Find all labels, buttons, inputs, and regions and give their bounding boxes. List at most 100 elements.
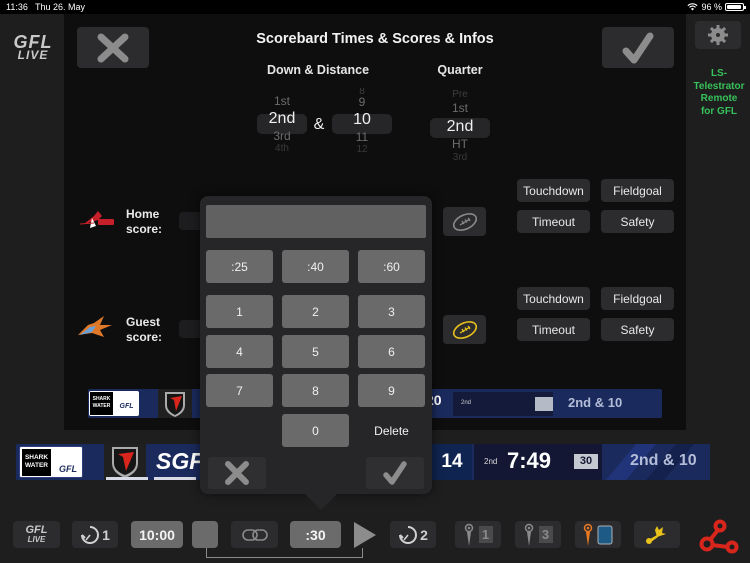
guest-touchdown-button[interactable]: Touchdown <box>517 287 590 310</box>
confirm-button[interactable] <box>602 27 674 68</box>
checkmark-icon <box>383 461 407 485</box>
telestrator-label: LS- Telestrator Remote for GFL <box>690 68 748 118</box>
distance-option[interactable]: 11 <box>332 131 392 144</box>
distance-option-selected[interactable]: 10 <box>332 109 392 131</box>
guest-possession-button[interactable] <box>443 315 486 344</box>
app-root: 11:36 Thu 26. May 96 % GFL LIVE Scorebar… <box>0 0 750 563</box>
quarter-picker[interactable]: Pre 1st 2nd HT 3rd <box>430 88 490 161</box>
marker-3-button[interactable]: 3 <box>515 521 561 548</box>
network-icon <box>699 519 739 554</box>
guest-label-line: score: <box>126 330 163 344</box>
settings-button[interactable] <box>695 21 741 49</box>
network-button[interactable] <box>699 518 739 554</box>
guest-team-logo <box>74 313 116 343</box>
football-icon-active <box>452 320 477 339</box>
home-possession-button[interactable] <box>443 207 486 236</box>
telestrator-line: LS- <box>710 68 728 79</box>
timeout-clock-icon <box>81 525 100 544</box>
gfl-live-line: GFL <box>25 523 48 536</box>
key-9[interactable]: 9 <box>358 374 425 407</box>
down-option[interactable]: 3rd <box>257 130 307 143</box>
key-8[interactable]: 8 <box>282 374 349 407</box>
preset-60-button[interactable]: :60 <box>358 250 425 283</box>
guest-timeout-clock-button[interactable]: 2 <box>390 521 436 548</box>
quarter-small: 2nd <box>461 400 472 406</box>
marker-1-value: 1 <box>478 526 493 543</box>
marker-icon <box>464 523 473 546</box>
link-icon <box>241 528 268 541</box>
quarter-display: 2nd <box>484 457 498 466</box>
guest-timeout-button[interactable]: Timeout <box>517 318 590 341</box>
sponsor-text: SHARK WATER <box>90 392 113 415</box>
start-clock-button[interactable] <box>353 521 377 549</box>
down-distance-display: 2nd & 10 <box>630 452 697 469</box>
home-touchdown-button[interactable]: Touchdown <box>517 179 590 202</box>
quarter-option[interactable]: 1st <box>430 102 490 116</box>
guest-safety-button[interactable]: Safety <box>601 318 674 341</box>
marker-1-button[interactable]: 1 <box>455 521 501 548</box>
keypad-cancel-button[interactable] <box>208 457 266 489</box>
key-3[interactable]: 3 <box>358 295 425 328</box>
marker-icon <box>524 523 533 546</box>
key-2[interactable]: 2 <box>282 295 349 328</box>
key-5[interactable]: 5 <box>282 335 349 368</box>
preset-40-button[interactable]: :40 <box>282 250 349 283</box>
home-label-line: Home <box>126 207 160 221</box>
wifi-icon <box>687 3 699 11</box>
telestrator-line: for GFL <box>700 105 738 117</box>
clock-link-indicator <box>206 548 363 558</box>
home-shield-logo <box>104 444 146 480</box>
keypad-display[interactable] <box>206 205 426 238</box>
time-keypad-popover: :25 :40 :60 1 2 3 4 5 6 7 8 9 0 Delete <box>200 196 432 510</box>
key-7[interactable]: 7 <box>206 374 273 407</box>
gfl-live-line: LIVE <box>27 534 46 544</box>
quarter-label: Quarter <box>437 63 483 77</box>
down-option[interactable]: 1st <box>257 95 307 108</box>
home-shield-logo <box>158 389 192 418</box>
close-icon <box>225 461 249 485</box>
distance-option[interactable]: 9 <box>332 96 392 109</box>
home-fieldgoal-button[interactable]: Fieldgoal <box>601 179 674 202</box>
gfl-live-logo: GFL LIVE <box>4 33 62 64</box>
distance-option[interactable]: 12 <box>332 144 392 154</box>
quarter-option[interactable]: Pre <box>430 88 490 102</box>
flag-button[interactable] <box>634 521 680 548</box>
down-option-selected[interactable]: 2nd <box>257 108 307 130</box>
down-option[interactable]: 4th <box>257 143 307 153</box>
key-4[interactable]: 4 <box>206 335 273 368</box>
preset-25-button[interactable]: :25 <box>206 250 273 283</box>
home-timeout-button[interactable]: Timeout <box>517 210 590 233</box>
play-clock-small <box>535 397 553 411</box>
play-clock-button[interactable]: :30 <box>290 521 341 548</box>
page-title: Scorebard Times & Scores & Infos <box>256 31 494 47</box>
first-down-marker-button[interactable] <box>575 521 621 548</box>
key-0[interactable]: 0 <box>282 414 349 447</box>
quarter-option-selected[interactable]: 2nd <box>430 116 490 138</box>
down-picker[interactable]: 1st 2nd 3rd 4th <box>257 88 307 153</box>
home-safety-button[interactable]: Safety <box>601 210 674 233</box>
league-text: GFL <box>59 464 77 474</box>
gfl-live-button[interactable]: GFL LIVE <box>13 521 60 548</box>
delete-button[interactable]: Delete <box>358 414 425 447</box>
stop-clock-button[interactable] <box>192 521 218 548</box>
football-icon <box>452 212 477 231</box>
flag-icon <box>646 525 666 544</box>
gear-icon <box>708 25 728 45</box>
key-1[interactable]: 1 <box>206 295 273 328</box>
key-6[interactable]: 6 <box>358 335 425 368</box>
game-clock-button[interactable]: 10:00 <box>131 521 183 548</box>
link-clocks-button[interactable] <box>231 521 278 548</box>
clock-area: 2nd 7:49 30 <box>474 444 602 480</box>
checkmark-icon <box>622 32 654 63</box>
close-button[interactable] <box>77 27 149 68</box>
quarter-option[interactable]: 3rd <box>430 152 490 161</box>
guest-fieldgoal-button[interactable]: Fieldgoal <box>601 287 674 310</box>
status-time: 11:36 <box>6 2 28 12</box>
home-team-abbr: SGF <box>156 448 204 474</box>
clock-area-small: 2nd <box>453 392 553 416</box>
distance-picker[interactable]: 8 9 10 11 12 <box>332 88 392 154</box>
keypad-confirm-button[interactable] <box>366 457 424 489</box>
home-timeout-clock-button[interactable]: 1 <box>72 521 118 548</box>
play-clock-display: 30 <box>574 454 598 469</box>
quarter-option[interactable]: HT <box>430 138 490 152</box>
